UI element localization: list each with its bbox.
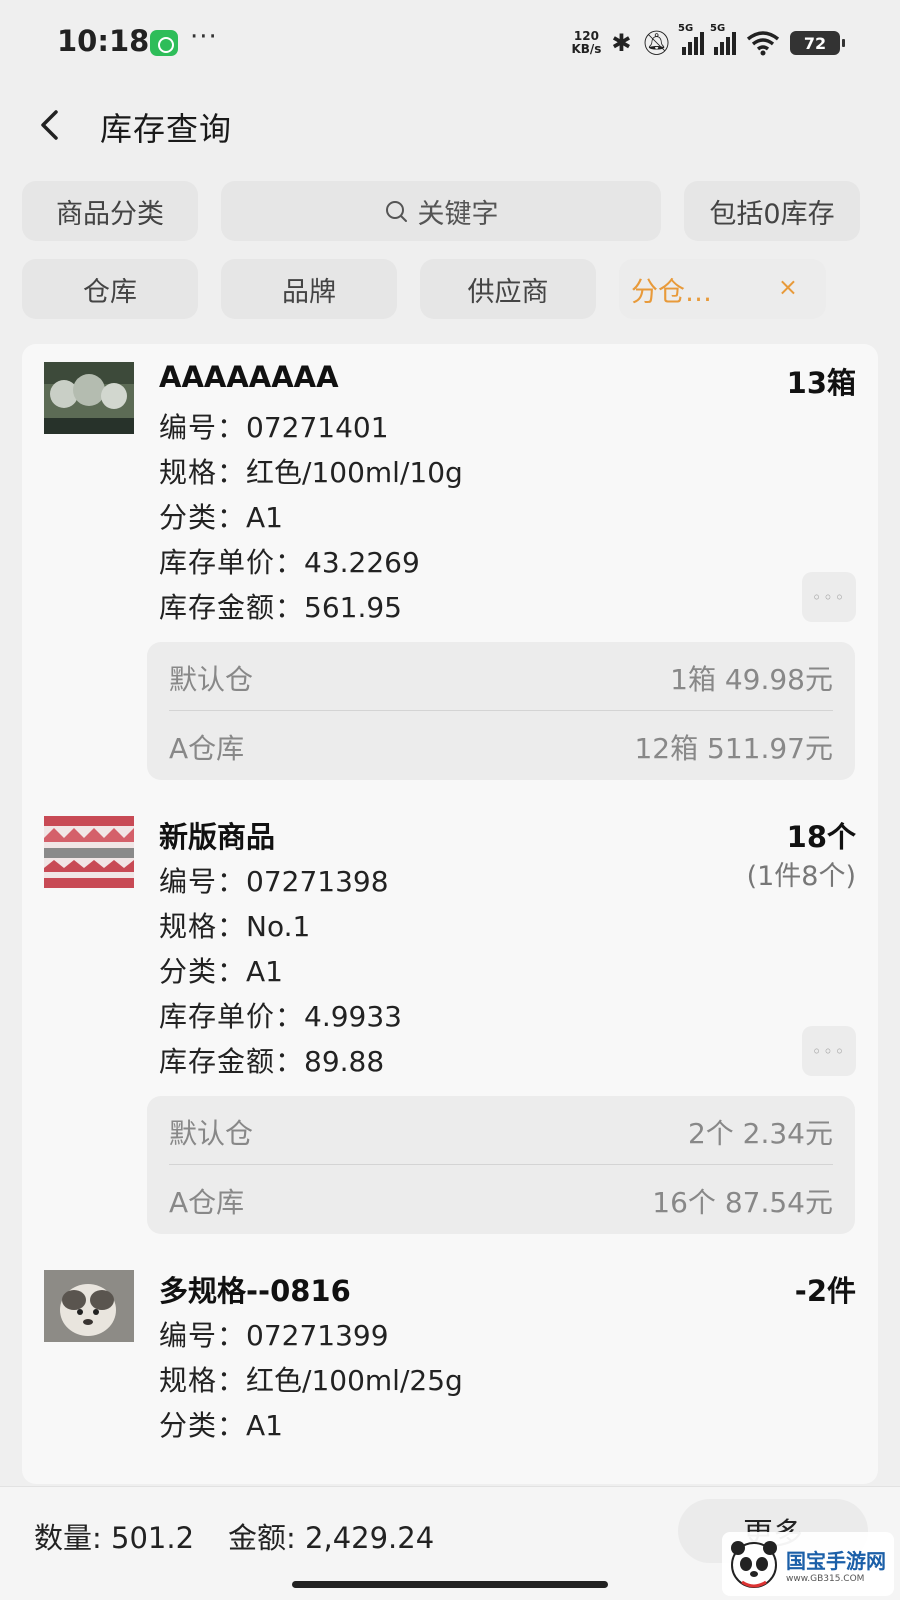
search-placeholder: 关键字 [417, 198, 499, 230]
chevron-left-icon[interactable] [34, 108, 68, 142]
page-title: 库存查询 [100, 110, 233, 148]
panda-logo-icon [731, 1541, 777, 1588]
watermark-name: 国宝手游网 [786, 1548, 886, 1573]
product-code: 编号：07271399 [159, 1319, 389, 1352]
product-category: 分类：A1 [159, 1409, 283, 1442]
list-item[interactable]: AAAAAAAA 13箱 编号：07271401 规格：红色/100ml/10g… [22, 358, 878, 788]
more-options-button[interactable]: ◦◦◦ [802, 1026, 856, 1076]
network-speed: 120 KB/s [571, 29, 602, 56]
close-icon[interactable]: × [778, 273, 798, 301]
more-options-button[interactable]: ◦◦◦ [802, 572, 856, 622]
warehouse-row: A仓库 16个 87.54元 [169, 1186, 833, 1219]
product-name: 新版商品 [159, 820, 276, 854]
warehouse-row: A仓库 12箱 511.97元 [169, 732, 833, 765]
more-notifications-icon: ··· [190, 22, 218, 52]
signal-icon: 5G [678, 23, 704, 55]
status-icons: 120 KB/s ✱ 🔕︎ 5G 5G 72 [571, 23, 845, 62]
warehouse-filter-button[interactable]: 仓库 [22, 259, 198, 319]
stock-amount: 库存金额：561.95 [159, 591, 402, 624]
stock-quantity: -2件 [794, 1274, 856, 1308]
status-bar: 10:18 ··· 120 KB/s ✱ 🔕︎ 5G 5G 72 [0, 0, 900, 86]
watermark: 国宝手游网 www.GB315.COM [722, 1532, 894, 1596]
split-warehouse-filter[interactable]: 分仓… × [619, 259, 826, 319]
total-amount: 2,429.24 [305, 1521, 435, 1555]
battery-icon: 72 [790, 31, 845, 55]
product-category: 分类：A1 [159, 955, 283, 988]
stock-quantity: 18个 [786, 820, 856, 854]
stock-unit-price: 库存单价：43.2269 [159, 546, 420, 579]
product-category: 分类：A1 [159, 501, 283, 534]
product-code: 编号：07271398 [159, 865, 389, 898]
bluetooth-icon: ✱ [611, 29, 632, 57]
warehouse-breakdown: 默认仓 2个 2.34元 A仓库 16个 87.54元 [147, 1096, 855, 1234]
home-indicator[interactable] [292, 1581, 608, 1588]
product-spec: 规格：红色/100ml/25g [159, 1364, 463, 1397]
wifi-icon [746, 31, 780, 56]
warehouse-row: 默认仓 1箱 49.98元 [147, 642, 855, 711]
product-thumbnail [44, 362, 134, 434]
stock-unit-price: 库存单价：4.9933 [159, 1000, 402, 1033]
product-code: 编号：07271401 [159, 411, 389, 444]
product-name: 多规格--0816 [159, 1274, 351, 1308]
product-spec: 规格：No.1 [159, 910, 311, 943]
category-filter-button[interactable]: 商品分类 [22, 181, 198, 241]
product-list: AAAAAAAA 13箱 编号：07271401 规格：红色/100ml/10g… [22, 344, 878, 1484]
brand-filter-button[interactable]: 品牌 [221, 259, 397, 319]
search-icon [385, 201, 407, 222]
include-zero-stock-toggle[interactable]: 包括0库存 [684, 181, 860, 241]
supplier-filter-button[interactable]: 供应商 [420, 259, 596, 319]
search-input[interactable]: 关键字 [221, 181, 661, 241]
mute-bell-icon: 🔕︎ [641, 29, 672, 57]
split-warehouse-label: 分仓… [631, 276, 712, 308]
header: 库存查询 [0, 90, 900, 160]
watermark-url: www.GB315.COM [786, 1573, 865, 1584]
product-spec: 规格：红色/100ml/10g [159, 456, 463, 489]
warehouse-row: 默认仓 2个 2.34元 [147, 1096, 855, 1165]
list-item[interactable]: 多规格--0816 -2件 编号：07271399 规格：红色/100ml/25… [22, 1266, 878, 1484]
signal-icon: 5G [710, 23, 736, 55]
warehouse-breakdown: 默认仓 1箱 49.98元 A仓库 12箱 511.97元 [147, 642, 855, 780]
summary-totals: 数量: 501.2 金额: 2,429.24 [34, 1521, 435, 1555]
status-time: 10:18 [57, 24, 150, 58]
stock-amount: 库存金额：89.88 [159, 1045, 385, 1078]
list-item[interactable]: 新版商品 18个 (1件8个) 编号：07271398 规格：No.1 分类：A… [22, 812, 878, 1242]
product-name: AAAAAAAA [159, 360, 339, 394]
stock-quantity: 13箱 [786, 366, 856, 400]
app-notification-icon [150, 30, 178, 56]
stock-quantity-detail: (1件8个) [746, 861, 856, 892]
product-thumbnail [44, 816, 134, 888]
total-quantity: 501.2 [111, 1521, 195, 1555]
product-thumbnail [44, 1270, 134, 1342]
